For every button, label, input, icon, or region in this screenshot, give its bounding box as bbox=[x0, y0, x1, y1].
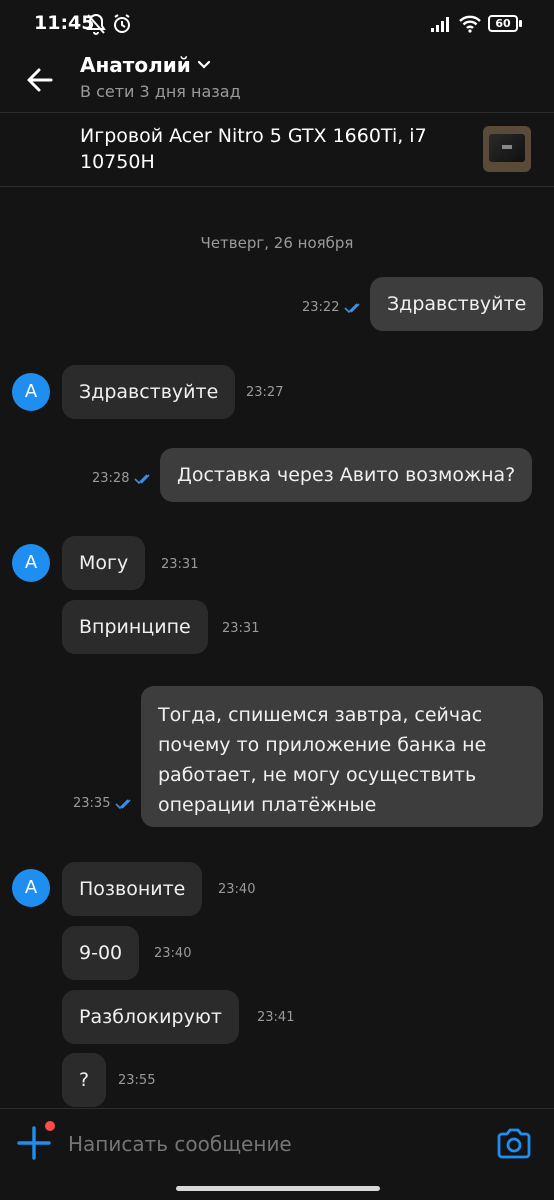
avatar[interactable]: А bbox=[12, 869, 50, 907]
message-bubble-outgoing[interactable]: Доставка через Авито возможна? bbox=[160, 448, 533, 502]
message-text: Здравствуйте bbox=[79, 381, 219, 403]
battery-level: 60 bbox=[495, 17, 511, 30]
listing-preview[interactable]: Игровой Acer Nitro 5 GTX 1660Ti, i7 1075… bbox=[0, 112, 554, 186]
message-bubble-outgoing[interactable]: Тогда, спишемся завтра, сейчас почему то… bbox=[141, 686, 543, 827]
message-text: Тогда, спишемся завтра, сейчас почему то… bbox=[158, 704, 487, 816]
message-bubble-incoming[interactable]: Могу bbox=[62, 536, 146, 590]
message-input[interactable] bbox=[68, 1127, 468, 1161]
message-time: 23:35 bbox=[73, 796, 111, 811]
contact-name: Анатолий bbox=[80, 53, 191, 77]
message-bubble-incoming[interactable]: Позвоните bbox=[62, 862, 203, 916]
chevron-down-icon bbox=[197, 60, 210, 69]
back-button[interactable] bbox=[20, 60, 60, 100]
avatar[interactable]: А bbox=[12, 373, 50, 411]
read-check-icon bbox=[134, 474, 150, 485]
camera-button[interactable] bbox=[496, 1127, 532, 1161]
read-check-icon bbox=[344, 303, 360, 314]
attach-button[interactable] bbox=[16, 1125, 52, 1161]
message-text: Впринципе bbox=[79, 616, 191, 638]
avatar[interactable]: А bbox=[12, 544, 50, 582]
message-time: 23:22 bbox=[302, 300, 340, 315]
home-indicator[interactable] bbox=[176, 1186, 380, 1191]
message-time: 23:40 bbox=[154, 946, 192, 961]
message-time: 23:41 bbox=[257, 1010, 295, 1025]
message-bubble-incoming[interactable]: Разблокируют bbox=[62, 990, 239, 1044]
message-time: 23:27 bbox=[246, 385, 284, 400]
message-composer bbox=[0, 1108, 554, 1178]
message-text: Позвоните bbox=[79, 878, 186, 900]
message-text: 9-00 bbox=[79, 942, 123, 964]
camera-icon bbox=[497, 1128, 531, 1159]
message-bubble-incoming[interactable]: Здравствуйте bbox=[62, 365, 236, 419]
message-text: Здравствуйте bbox=[387, 293, 527, 315]
alarm-icon bbox=[114, 14, 130, 33]
message-text: Доставка через Авито возможна? bbox=[177, 464, 516, 486]
message-time: 23:55 bbox=[118, 1073, 156, 1088]
message-time: 23:31 bbox=[161, 557, 199, 572]
message-time: 23:40 bbox=[218, 882, 256, 897]
notification-dot bbox=[45, 1121, 55, 1131]
bell-off-icon bbox=[86, 13, 106, 35]
message-bubble-incoming[interactable]: 9-00 bbox=[62, 926, 140, 980]
listing-title: Игровой Acer Nitro 5 GTX 1660Ti, i7 1075… bbox=[80, 125, 427, 173]
chat-header: Анатолий В сети 3 дня назад bbox=[0, 48, 554, 112]
message-bubble-incoming[interactable]: Впринципе bbox=[62, 600, 208, 654]
message-time: 23:31 bbox=[222, 621, 260, 636]
message-bubble-outgoing[interactable]: Здравствуйте bbox=[370, 277, 544, 331]
contact-name-button[interactable]: Анатолий bbox=[80, 53, 211, 77]
battery-icon: 60 bbox=[488, 15, 518, 32]
read-check-icon bbox=[115, 799, 131, 810]
message-bubble-incoming[interactable]: ? bbox=[62, 1053, 107, 1107]
message-time: 23:28 bbox=[92, 471, 130, 486]
status-bar: 11:45 60 bbox=[0, 0, 554, 48]
date-separator: Четверг, 26 ноября bbox=[200, 234, 354, 252]
message-text: ? bbox=[79, 1069, 90, 1091]
message-text: Могу bbox=[79, 552, 129, 574]
listing-thumbnail bbox=[483, 126, 531, 172]
message-text: Разблокируют bbox=[79, 1006, 222, 1028]
contact-status: В сети 3 дня назад bbox=[80, 82, 241, 101]
plus-icon bbox=[17, 1126, 51, 1160]
signal-icon bbox=[431, 17, 449, 32]
wifi-icon bbox=[459, 15, 481, 33]
divider bbox=[0, 186, 554, 187]
arrow-left-icon bbox=[27, 68, 53, 92]
